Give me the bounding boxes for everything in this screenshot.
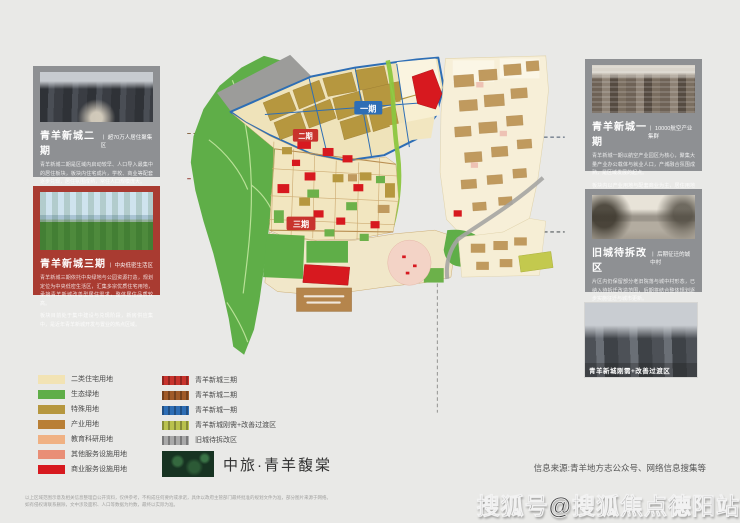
legend-swatch [38,465,65,474]
legend-item: 教育科研用地 [38,434,127,444]
phase1-body-1: 青羊新城一期以航空产业园区为核心，聚集大量产业办公载体与就业人口，产城融合氛围成… [592,152,695,178]
watermark: 搜狐号@搜狐焦点德阳站 [477,487,740,521]
legend-swatch [162,421,189,430]
phase2-title: 青羊新城二期 [40,127,101,157]
phase3-body-2: 板块目前处于集中建设与兑现阶段，新房供应集中，是近年青羊新城开发与置业的热点区域… [40,312,153,329]
map-oldtown-area [440,56,549,238]
card-phase1: 青羊新城一期 丨 10000航空产业集群 青羊新城一期以航空产业园区为核心，聚集… [585,59,702,171]
source-note: 信息来源:青羊地方志公众号、网络信息搜集等 [534,462,706,474]
phase1-subtitle: 丨 10000航空产业集群 [648,124,695,140]
legend-swatch [38,390,65,399]
card-transition: 青羊新城刚需+改善过渡区 [584,302,698,378]
transition-caption: 青羊新城刚需+改善过渡区 [585,363,697,377]
legend-swatch [162,391,189,400]
legend-label: 特殊用地 [71,404,99,414]
legend-label: 产业用地 [71,419,99,429]
legend-label: 旧城待拆改区 [195,435,237,445]
brand-row: 中旅·青羊馥棠 [162,451,332,477]
legend-label: 青羊新城一期 [195,405,237,415]
legend-label: 其他服务设施用地 [71,449,127,459]
legend-label: 二类住宅用地 [71,374,113,384]
oldtown-subtitle: 丨 后期征迁的城中村 [650,250,695,266]
oldtown-body-1: 片区内仍保留部分老旧院落与城中村形态，已纳入待拆迁改造范围，后期将结合整体规划逐… [592,278,695,304]
legend-swatch [38,420,65,429]
phase1-title: 青羊新城一期 [592,118,648,148]
legend-swatch [162,376,189,385]
phase2-label: 二期 [298,132,312,141]
legend-label: 青羊新城刚需+改善过渡区 [195,420,276,430]
brand-logo-text: 中旅·青羊馥棠 [223,454,332,475]
legend-swatch [38,405,65,414]
oldtown-title: 旧城待拆改区 [592,244,650,274]
phase3-subtitle: 丨 中央低密生活区 [107,261,153,269]
phase2-body-1: 青羊新城二期是区域内启动较早、人口导入最集中的居住板块，板块内住宅成片，学校、商… [40,161,153,187]
legend-label: 青羊新城二期 [195,390,237,400]
legend-swatch [38,435,65,444]
legend-item: 其他服务设施用地 [38,449,127,459]
phase3-title: 青羊新城三期 [40,255,106,270]
legend-label: 教育科研用地 [71,434,113,444]
phase3-photo [40,192,153,250]
legend-item: 青羊新城刚需+改善过渡区 [162,420,276,430]
legend-item: 旧城待拆改区 [162,435,276,445]
legend-swatch [162,406,189,415]
legend-swatch [38,450,65,459]
legend-item: 生态绿地 [38,389,127,399]
card-oldtown: 旧城待拆改区 丨 后期征迁的城中村 片区内仍保留部分老旧院落与城中村形态，已纳入… [585,189,702,292]
phase2-subtitle: 丨 超70万人居住聚集区 [101,133,153,149]
legend-districts: 青羊新城三期青羊新城二期青羊新城一期青羊新城刚需+改善过渡区旧城待拆改区 [162,375,276,445]
phase2-photo [40,72,153,122]
legend-swatch [38,375,65,384]
legend-item: 青羊新城三期 [162,375,276,385]
legend-item: 二类住宅用地 [38,374,127,384]
legend-item: 青羊新城一期 [162,405,276,415]
legend-label: 生态绿地 [71,389,99,399]
planning-map-poster: 一期 二期 三期 青羊新城二期 丨 超70万人居住聚集区 青羊新城二期是区域内启… [0,0,740,523]
legend-swatch [162,436,189,445]
card-phase2: 青羊新城二期 丨 超70万人居住聚集区 青羊新城二期是区域内启动较早、人口导入最… [33,66,160,177]
phase3-body-1: 青羊新城三期依托中央绿地与公园资源打造，规划定位为中央低密生活区，汇集多宗优质住… [40,274,153,308]
phase1-label: 一期 [360,103,376,113]
oldtown-photo [592,195,695,239]
phase3-label: 三期 [293,219,309,229]
legend-item: 青羊新城二期 [162,390,276,400]
card-phase3: 青羊新城三期 丨 中央低密生活区 青羊新城三期依托中央绿地与公园资源打造，规划定… [33,186,160,295]
legend-item: 商业服务设施用地 [38,464,127,474]
legend-label: 商业服务设施用地 [71,464,127,474]
legend-label: 青羊新城三期 [195,375,237,385]
brand-logo-image [162,451,214,477]
legend-item: 特殊用地 [38,404,127,414]
legend-land-use: 二类住宅用地生态绿地特殊用地产业用地教育科研用地其他服务设施用地商业服务设施用地 [38,374,127,474]
phase1-photo [592,65,695,113]
legend-item: 产业用地 [38,419,127,429]
